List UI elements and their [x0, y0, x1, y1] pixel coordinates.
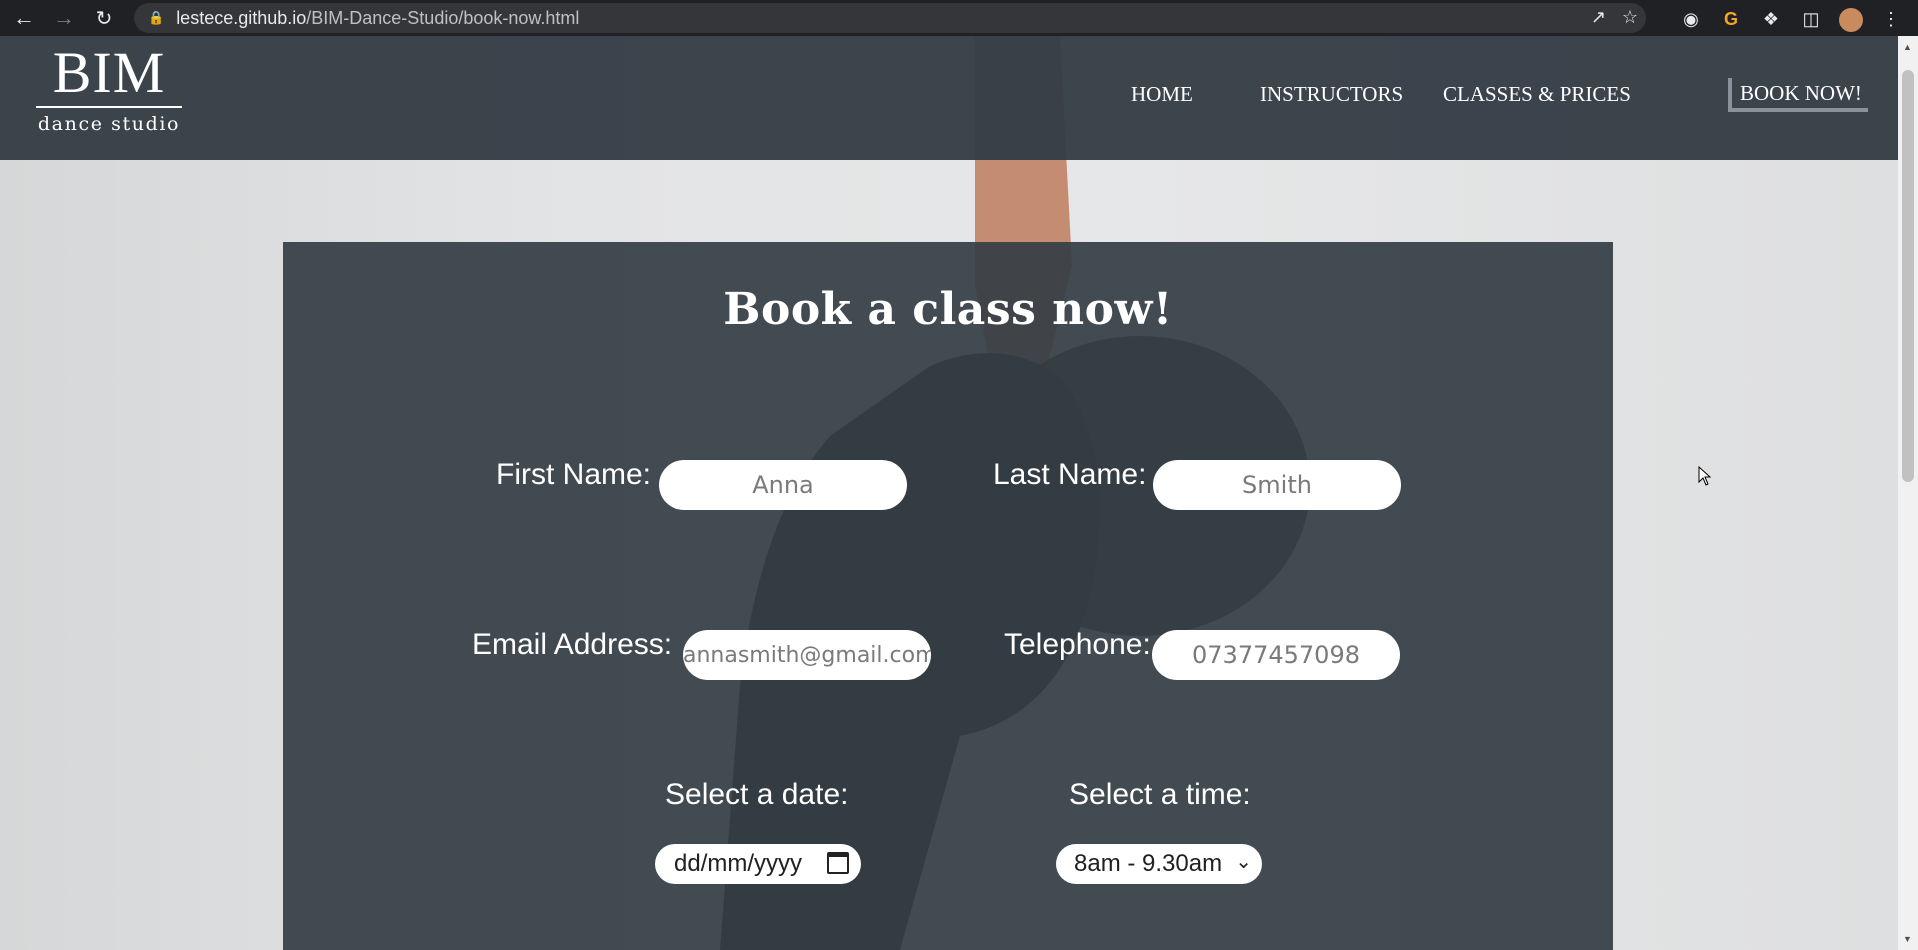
nav-home[interactable]: HOME: [1131, 76, 1193, 112]
nav-book-now[interactable]: BOOK NOW!: [1728, 78, 1868, 112]
nav-instructors[interactable]: INSTRUCTORS: [1260, 76, 1403, 112]
url-text: lestece.github.io/BIM-Dance-Studio/book-…: [176, 7, 580, 28]
lock-icon: 🔒: [148, 10, 165, 25]
extension-icon[interactable]: ◉: [1680, 8, 1702, 30]
last-name-label: Last Name:: [993, 458, 1147, 491]
email-field[interactable]: [683, 630, 931, 680]
back-icon[interactable]: ←: [8, 0, 40, 36]
logo[interactable]: BIM dance studio: [36, 40, 182, 138]
share-icon[interactable]: ↗: [1591, 7, 1606, 28]
nav-classes-prices[interactable]: CLASSES & PRICES: [1443, 76, 1631, 112]
puzzle-extensions-icon[interactable]: ❖: [1760, 8, 1782, 30]
side-panel-icon[interactable]: ◫: [1800, 8, 1822, 30]
date-picker[interactable]: dd/mm/yyyy: [655, 844, 861, 884]
logo-divider: [36, 106, 182, 108]
telephone-label: Telephone:: [1004, 628, 1151, 661]
grammar-extension-icon[interactable]: G: [1720, 8, 1742, 30]
time-label: Select a time:: [1069, 778, 1251, 811]
email-label: Email Address:: [472, 628, 673, 661]
last-name-field[interactable]: [1153, 460, 1401, 510]
scrollbar-thumb[interactable]: [1902, 70, 1914, 482]
profile-avatar[interactable]: [1839, 8, 1863, 32]
calendar-icon[interactable]: [827, 852, 849, 874]
booking-form-card: Book a class now! First Name: Last Name:…: [283, 242, 1613, 950]
page-viewport: BIM dance studio HOME INSTRUCTORS CLASSE…: [0, 36, 1898, 950]
telephone-field[interactable]: [1152, 630, 1400, 680]
address-bar[interactable]: 🔒 lestece.github.io/BIM-Dance-Studio/boo…: [134, 3, 1646, 33]
date-label: Select a date:: [665, 778, 849, 811]
scrollbar[interactable]: ▲ ▼: [1898, 36, 1918, 950]
browser-toolbar: ← → ↻ 🔒 lestece.github.io/BIM-Dance-Stud…: [0, 0, 1918, 36]
chevron-down-icon: ⌄: [1235, 851, 1252, 873]
logo-sub: dance studio: [37, 113, 181, 135]
scroll-down-arrow-icon[interactable]: ▼: [1903, 934, 1912, 944]
forward-icon[interactable]: →: [48, 0, 80, 36]
site-header: BIM dance studio HOME INSTRUCTORS CLASSE…: [0, 36, 1898, 160]
time-value: 8am - 9.30am: [1074, 850, 1223, 877]
first-name-label: First Name:: [496, 458, 652, 491]
logo-main: BIM: [52, 40, 166, 105]
reload-icon[interactable]: ↻: [88, 0, 120, 36]
date-value: dd/mm/yyyy: [674, 850, 803, 877]
form-title: Book a class now!: [723, 284, 1173, 335]
time-select[interactable]: 8am - 9.30am ⌄: [1056, 844, 1262, 884]
menu-dots-icon[interactable]: ⋮: [1880, 8, 1902, 30]
first-name-field[interactable]: [659, 460, 907, 510]
scroll-up-arrow-icon[interactable]: ▲: [1903, 42, 1912, 52]
mouse-cursor-icon: [1698, 466, 1712, 486]
bookmark-star-icon[interactable]: ☆: [1622, 7, 1638, 28]
